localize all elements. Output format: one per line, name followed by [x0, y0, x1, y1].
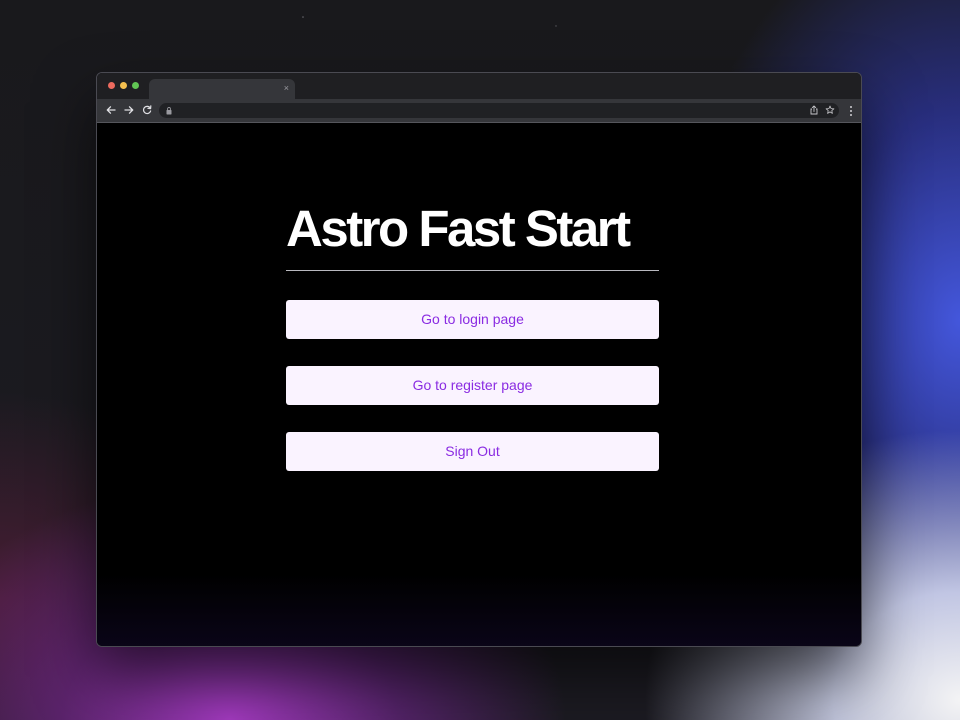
close-window-button[interactable]	[108, 82, 115, 89]
maximize-window-button[interactable]	[132, 82, 139, 89]
arrow-right-icon	[124, 106, 134, 114]
reload-button[interactable]	[141, 104, 153, 116]
minimize-window-button[interactable]	[120, 82, 127, 89]
sign-out-button[interactable]: Sign Out	[286, 432, 659, 471]
reload-icon	[142, 105, 152, 115]
forward-button[interactable]	[123, 104, 135, 116]
go-to-login-button[interactable]: Go to login page	[286, 300, 659, 339]
share-icon[interactable]	[809, 105, 819, 115]
browser-titlebar: ×	[97, 73, 861, 99]
kebab-menu-icon[interactable]	[849, 105, 853, 117]
browser-tab[interactable]: ×	[149, 79, 295, 99]
address-bar[interactable]	[159, 103, 839, 118]
page-title: Astro Fast Start	[286, 200, 631, 257]
arrow-left-icon	[106, 106, 116, 114]
title-divider	[286, 270, 659, 271]
browser-window: × Astro Fast Start Go to login page Go t…	[96, 72, 862, 647]
back-button[interactable]	[105, 104, 117, 116]
page-viewport: Astro Fast Start Go to login page Go to …	[97, 123, 861, 646]
browser-toolbar	[97, 99, 861, 123]
tab-close-icon[interactable]: ×	[284, 82, 289, 94]
go-to-register-button[interactable]: Go to register page	[286, 366, 659, 405]
star-icon[interactable]	[825, 105, 835, 115]
lock-icon	[166, 107, 172, 115]
